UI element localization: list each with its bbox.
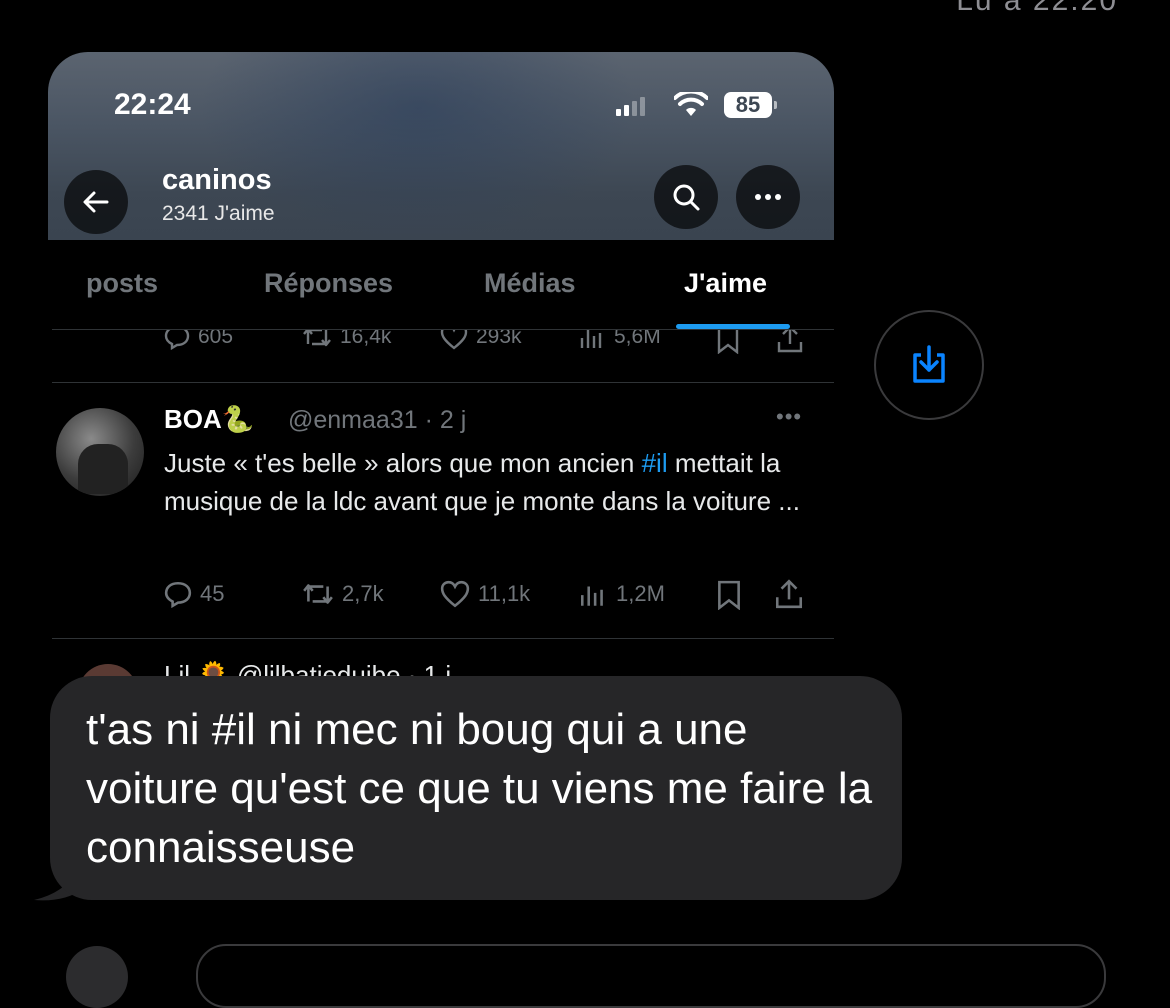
prev-tweet-actions: 605 16,4k 293k 5,6M [48, 330, 834, 356]
tweet-more-icon[interactable]: ••• [776, 404, 802, 430]
divider [52, 638, 834, 639]
analytics-icon [581, 586, 603, 606]
bookmark-icon[interactable] [716, 580, 742, 610]
back-button[interactable] [64, 170, 128, 234]
analytics-icon [580, 330, 602, 348]
avatar[interactable] [56, 408, 144, 496]
reply-icon [164, 330, 190, 350]
profile-tabs: posts Réponses Médias J'aime [48, 240, 834, 330]
retweet-action[interactable]: 16,4k [302, 330, 391, 350]
retweet-action[interactable]: 2,7k [302, 580, 384, 608]
status-time: 22:24 [114, 88, 191, 121]
hashtag-link[interactable]: #il [642, 448, 668, 478]
message-input[interactable] [196, 944, 1106, 1008]
search-icon [673, 184, 700, 211]
reply-action[interactable]: 605 [164, 330, 233, 350]
message-timestamp: Lu à 22:20 [956, 0, 1118, 17]
heart-icon [440, 580, 470, 608]
like-count: 11,1k [478, 581, 531, 606]
views-action[interactable]: 1,2M [578, 580, 665, 608]
tab-likes[interactable]: J'aime [684, 268, 767, 299]
more-icon [755, 194, 781, 200]
profile-name: caninos [162, 164, 272, 196]
views-count: 5,6M [614, 330, 661, 348]
reply-count: 605 [198, 330, 234, 348]
reply-count: 45 [200, 581, 225, 606]
tweet-display-name[interactable]: BOA🐍 [164, 404, 254, 435]
signal-icon [616, 96, 645, 116]
tweet-text: Juste « t'es belle » alors que mon ancie… [164, 444, 804, 520]
more-options-button[interactable] [736, 165, 800, 229]
bookmark-icon[interactable] [716, 330, 740, 354]
tweet-actions: 45 2,7k 11,1k 1,2M [48, 578, 834, 612]
battery-indicator: 85 [724, 92, 777, 118]
reply-icon [164, 581, 192, 608]
search-button[interactable] [654, 165, 718, 229]
retweet-count: 2,7k [342, 581, 384, 606]
shared-screenshot: 22:24 85 caninos 2341 J'aime posts Répon… [48, 52, 834, 692]
retweet-count: 16,4k [340, 330, 392, 348]
retweet-icon [303, 584, 333, 604]
heart-icon [440, 330, 468, 350]
tweet-handle-time[interactable]: @enmaa31 · 2 j [288, 406, 466, 435]
tweet-text-part: Juste « t'es belle » alors que mon ancie… [164, 448, 642, 478]
arrow-left-icon [83, 191, 109, 213]
save-image-button[interactable] [874, 310, 984, 420]
divider [52, 382, 834, 383]
retweet-icon [303, 330, 331, 347]
wifi-icon [674, 92, 708, 116]
profile-header: 22:24 85 caninos 2341 J'aime [48, 52, 834, 240]
views-count: 1,2M [616, 581, 665, 606]
download-icon [913, 345, 945, 383]
like-action[interactable]: 11,1k [440, 580, 530, 608]
share-icon[interactable] [776, 330, 804, 354]
tab-media[interactable]: Médias [484, 268, 576, 299]
like-action[interactable]: 293k [440, 330, 522, 350]
share-icon[interactable] [774, 578, 804, 610]
composer-plus-button[interactable] [66, 946, 128, 1008]
like-count: 293k [476, 330, 522, 348]
tab-posts[interactable]: posts [86, 268, 158, 299]
views-action[interactable]: 5,6M [578, 330, 661, 350]
message-text: t'as ni #il ni mec ni boug qui a une voi… [86, 705, 873, 872]
profile-likes-count: 2341 J'aime [162, 202, 275, 225]
tab-replies[interactable]: Réponses [264, 268, 393, 299]
reply-action[interactable]: 45 [164, 580, 224, 608]
